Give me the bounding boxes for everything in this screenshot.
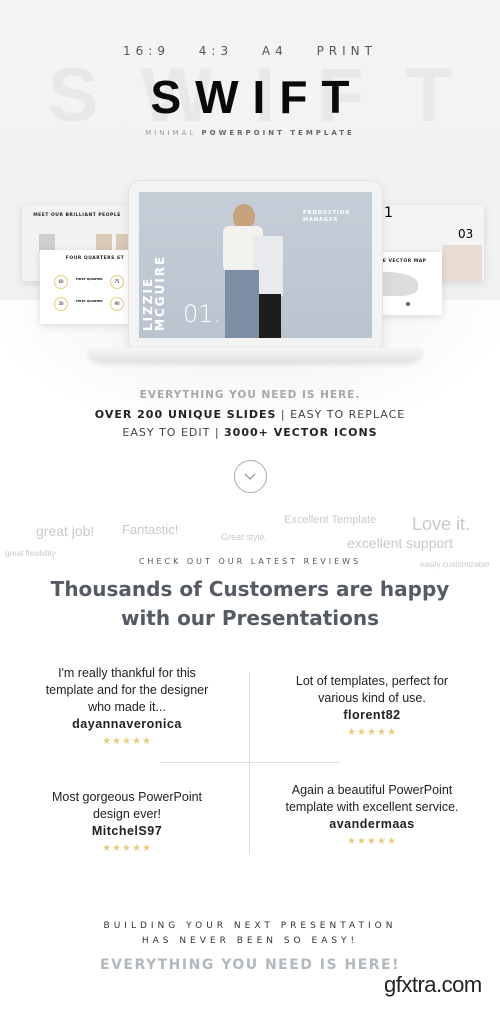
gauge: 75 <box>110 275 124 289</box>
footer-line-2: HAS NEVER BEEN SO EASY! <box>141 936 359 946</box>
person-role: PRODUCTION MANAGER <box>303 210 351 223</box>
cloud-word: Love it. <box>412 514 471 534</box>
cloud-word: Great style. <box>221 532 268 542</box>
slide-preview-quarters: FOUR QUARTERS ST 60 75 30 90 FIRST QUART… <box>40 250 130 324</box>
star-rating: ★★★★★ <box>102 736 152 747</box>
legend-dot <box>406 302 410 306</box>
slide-number: 1 <box>384 205 393 221</box>
footer-cta: EVERYTHING YOU NEED IS HERE! <box>100 957 400 973</box>
review-card: Again a beautiful PowerPoint template wi… <box>262 782 482 850</box>
features-tagline: EVERYTHING YOU NEED IS HERE. <box>139 389 361 401</box>
review-text: Most gorgeous PowerPoint design ever! <box>51 790 203 821</box>
laptop-base <box>88 348 422 361</box>
reviews-heading-2: with our Presentations <box>120 606 380 630</box>
review-card: I'm really thankful for this template an… <box>17 665 237 750</box>
reviews-kicker: CHECK OUT OUR LATEST REVIEWS <box>138 557 362 566</box>
feature-easy-edit: EASY TO EDIT <box>122 426 211 439</box>
product-subtitle: MINIMAL POWERPOINT TEMPLATE <box>0 129 500 137</box>
feature-easy-replace: EASY TO REPLACE <box>290 408 406 421</box>
star-rating: ★★★★★ <box>347 727 397 738</box>
slide-title: MEET OUR BRILLIANT PEOPLE <box>33 213 121 218</box>
features-line-1: OVER 200 UNIQUE SLIDES | EASY TO REPLACE <box>0 408 500 421</box>
product-title: SWIFT <box>150 71 364 123</box>
feature-vector-icons: 3000+ VECTOR ICONS <box>224 426 378 439</box>
review-text: Lot of templates, perfect for various ki… <box>295 674 449 705</box>
gauge: 90 <box>110 297 124 311</box>
gauge: 30 <box>54 297 68 311</box>
gauge-value: 60 <box>58 279 64 284</box>
gauge-value: 75 <box>114 279 120 284</box>
star-rating: ★★★★★ <box>347 836 397 847</box>
watermark: gfxtra.com <box>384 972 482 997</box>
divider-vertical <box>249 672 250 854</box>
laptop-mockup: LIZZIE MCGUIRE 01. PRODUCTION MANAGER <box>128 180 383 352</box>
cloud-word: great job! <box>36 523 95 539</box>
person-name: LIZZIE MCGUIRE <box>141 254 167 331</box>
cloud-word: Fantastic! <box>122 522 179 537</box>
review-card: Lot of templates, perfect for various ki… <box>262 673 482 741</box>
gauge-value: 90 <box>114 301 120 306</box>
review-card: Most gorgeous PowerPoint design ever! Mi… <box>17 789 237 857</box>
quarter-label: FIRST QUARTER <box>76 277 103 281</box>
gauge-value: 30 <box>58 301 64 306</box>
model-photo <box>219 200 287 338</box>
review-text: Again a beautiful PowerPoint template wi… <box>285 783 459 814</box>
review-author: MitchelS97 <box>91 824 163 838</box>
divider-horizontal <box>160 762 340 763</box>
features-line-2: EASY TO EDIT | 3000+ VECTOR ICONS <box>0 426 500 439</box>
subtitle-light: MINIMAL <box>145 129 197 137</box>
subtitle-bold: POWERPOINT TEMPLATE <box>201 129 355 137</box>
reviews-heading-1: Thousands of Customers are happy <box>50 577 450 601</box>
star-rating: ★★★★★ <box>102 843 152 854</box>
chevron-down-icon <box>244 473 256 480</box>
scroll-down-button[interactable] <box>234 460 267 493</box>
person-number: 01. <box>183 300 222 328</box>
cloud-word: Excellent Template <box>284 514 377 526</box>
review-author: avandermaas <box>329 817 415 831</box>
review-author: florent82 <box>343 708 401 722</box>
gauge: 60 <box>54 275 68 289</box>
portrait-photo <box>442 245 482 281</box>
review-text: I'm really thankful for this template an… <box>45 666 209 714</box>
review-author: dayannaveronica <box>72 717 182 731</box>
footer-line-1: BUILDING YOUR NEXT PRESENTATION <box>103 921 397 931</box>
cloud-word: excellent support <box>347 535 453 551</box>
separator: | <box>276 408 291 421</box>
separator: | <box>210 426 225 439</box>
feature-unique-slides: OVER 200 UNIQUE SLIDES <box>94 408 277 421</box>
slide-number: 03 <box>458 227 474 241</box>
laptop-screen: LIZZIE MCGUIRE 01. PRODUCTION MANAGER <box>139 192 372 338</box>
quarter-label: FIRST QUARTER <box>76 299 103 303</box>
